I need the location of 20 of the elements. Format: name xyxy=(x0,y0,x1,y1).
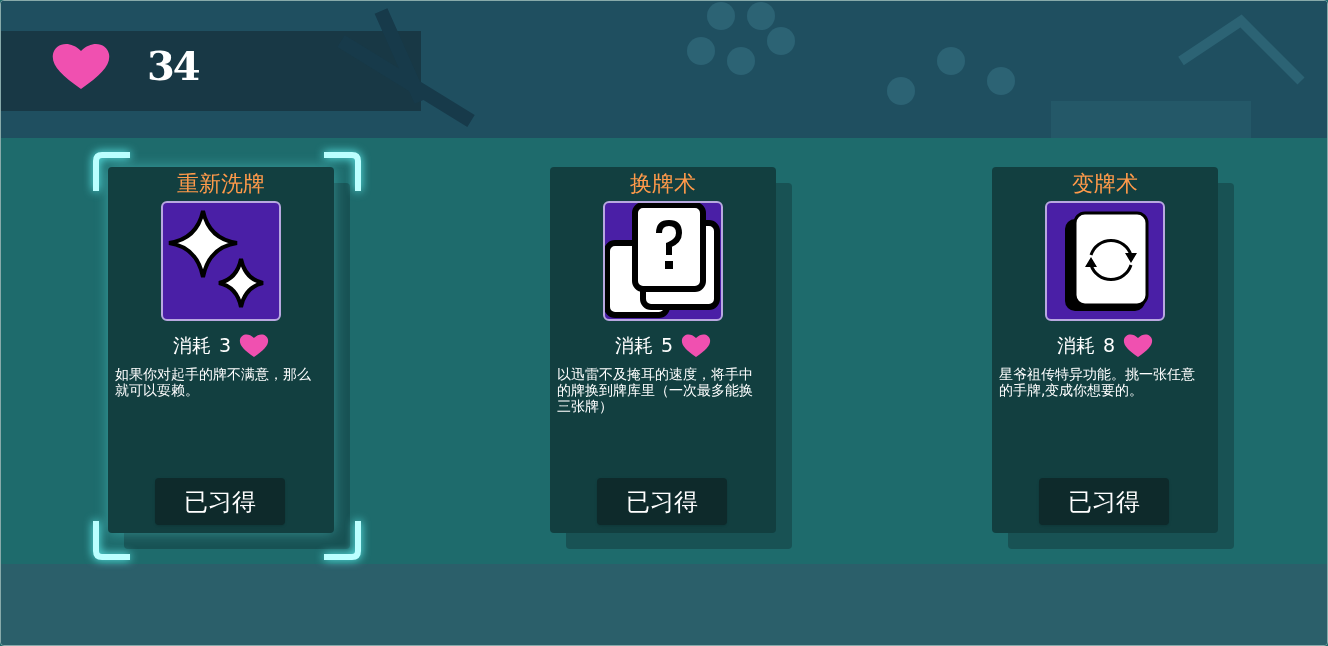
cost-value: 3 xyxy=(218,333,232,358)
heart-icon xyxy=(1123,332,1154,358)
card-description: 星爷祖传特异功能。挑一张任意的手牌,变成你想要的。 xyxy=(999,365,1196,398)
heart-icon xyxy=(51,41,111,91)
card-description: 以迅雷不及掩耳的速度，将手中的牌换到牌库里（一次最多能换三张牌） xyxy=(557,365,754,414)
cost-value: 5 xyxy=(660,333,674,358)
cost-label: 消耗 xyxy=(172,333,211,358)
learned-button[interactable]: 已习得 xyxy=(155,478,285,525)
heart-icon xyxy=(681,332,712,358)
card-title: 变牌术 xyxy=(1072,173,1138,195)
heart-icon xyxy=(239,332,270,358)
cost-label: 消耗 xyxy=(1056,333,1095,358)
card-description: 如果你对起手的牌不满意，那么就可以耍赖。 xyxy=(115,365,312,398)
card-title: 重新洗牌 xyxy=(177,173,265,195)
learned-button[interactable]: 已习得 xyxy=(1039,478,1169,525)
cost-label: 消耗 xyxy=(614,333,653,358)
heart-count: 34 xyxy=(147,41,199,91)
learned-button[interactable]: 已习得 xyxy=(597,478,727,525)
cost-value: 8 xyxy=(1102,333,1116,358)
card-title: 换牌术 xyxy=(630,173,696,195)
